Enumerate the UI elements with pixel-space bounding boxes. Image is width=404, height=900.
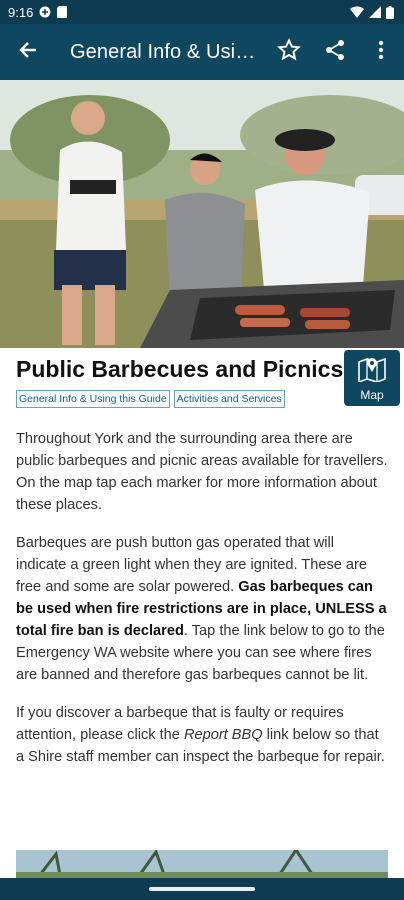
share-icon (323, 38, 347, 67)
paragraph-barbeques: Barbeques are push button gas operated t… (16, 532, 388, 686)
tag-list: General Info & Using this Guide Activiti… (16, 390, 388, 408)
back-button[interactable] (0, 24, 56, 80)
secondary-photo (16, 850, 388, 880)
share-button[interactable] (312, 24, 358, 80)
tag-activities-services[interactable]: Activities and Services (173, 390, 285, 408)
status-left: 9:16 (8, 4, 68, 20)
status-bar: 9:16 (0, 0, 404, 24)
more-vert-icon (378, 40, 384, 65)
hero-photo (0, 80, 404, 348)
home-gesture-handle[interactable] (149, 887, 255, 891)
status-time: 9:16 (8, 4, 34, 20)
content: Public Barbecues and Picnics General Inf… (16, 348, 388, 768)
app-bar-title: General Info & Using this Guide (70, 40, 266, 63)
star-icon (277, 37, 301, 67)
status-right (350, 5, 394, 19)
paragraph-report: If you discover a barbeque that is fault… (16, 702, 388, 768)
page-title: Public Barbecues and Picnics (16, 356, 344, 382)
sd-card-icon (57, 6, 68, 18)
signal-icon (369, 6, 381, 18)
tag-general-info[interactable]: General Info & Using this Guide (16, 390, 170, 408)
wifi-icon (350, 6, 364, 18)
favorite-button[interactable] (266, 24, 312, 80)
system-nav-bar (0, 878, 404, 900)
arrow-left-icon (18, 40, 38, 65)
app-bar: General Info & Using this Guide (0, 24, 404, 80)
paragraph-intro: Throughout York and the surrounding area… (16, 431, 388, 513)
battery-icon (386, 5, 394, 19)
more-options-button[interactable] (358, 24, 404, 80)
report-bbq-link-text: Report BBQ (183, 727, 263, 743)
sync-icon (39, 6, 51, 18)
